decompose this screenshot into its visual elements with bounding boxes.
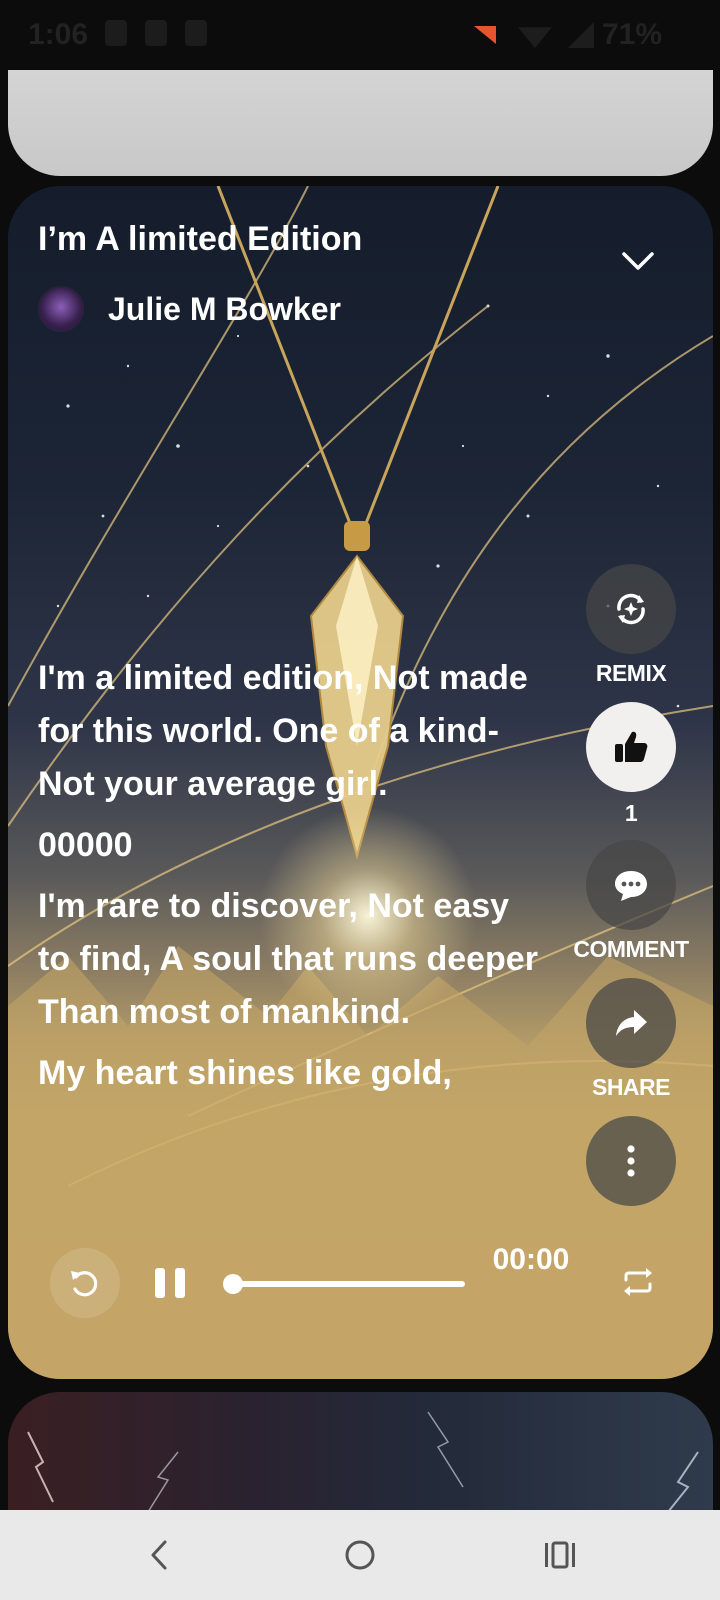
progress-thumb[interactable] [223,1274,243,1294]
restart-icon [71,1271,98,1297]
recents-icon [545,1541,575,1569]
playback-time: 00:00 [492,1243,570,1276]
recents-button[interactable] [535,1530,585,1580]
pause-icon [155,1268,165,1298]
like-button[interactable] [586,702,676,792]
lyrics-panel[interactable]: I'm a limited edition, Not made for this… [38,652,538,1108]
share-button[interactable] [586,978,676,1068]
back-button[interactable] [134,1530,184,1580]
lyrics-line: 00000 [38,826,133,864]
repeat-button[interactable] [618,1262,658,1302]
status-notification-icons [105,20,207,46]
lyrics-line: I'm rare to discover, Not easy to find, … [38,887,538,1031]
lyrics-line: My heart shines like gold, [38,1054,452,1092]
remix-button[interactable] [586,564,676,654]
sim-icon [185,20,207,46]
message-icon [145,20,167,46]
remix-label: REMIX [595,660,667,686]
tiktok-icon [105,20,127,46]
artist-row[interactable]: Julie M Bowker [38,286,341,332]
signal-icon [568,22,594,48]
remix-sparkle-icon [617,593,645,625]
previous-song-card[interactable] [8,70,713,176]
share-label: SHARE [591,1074,671,1100]
wifi-icon [518,27,552,48]
comment-label: COMMENT [573,936,689,962]
repeat-icon [624,1268,652,1296]
restart-button[interactable] [50,1248,120,1318]
more-options-button[interactable] [586,1116,676,1206]
home-button[interactable] [335,1530,385,1580]
home-icon [345,1540,375,1570]
status-bar: 1:06 71% [0,0,720,70]
back-icon [151,1540,167,1570]
notification-flag-icon [474,26,496,44]
next-song-card[interactable] [8,1392,713,1512]
battery-level: 71% [602,18,663,51]
progress-slider[interactable] [223,1274,465,1294]
pause-icon-bar [175,1268,185,1298]
player-controls: 00:00 [38,1236,698,1356]
status-time: 1:06 [28,18,89,51]
next-cover-art [27,1411,699,1512]
thumbs-up-icon [615,731,648,762]
lyrics-line: I'm a limited edition, Not made for this… [38,659,528,803]
share-arrow-icon [616,1010,647,1036]
more-vertical-icon [627,1145,635,1177]
pause-button[interactable] [148,1260,192,1306]
artist-name[interactable]: Julie M Bowker [108,291,341,328]
system-nav-bar [0,1510,720,1600]
chevron-down-icon[interactable] [618,246,658,276]
like-count: 1 [624,800,638,826]
comment-button[interactable] [586,840,676,930]
song-title: I’m A limited Edition [38,220,363,258]
avatar[interactable] [38,286,84,332]
comment-bubble-icon [615,871,647,901]
song-card[interactable]: I’m A limited Edition Julie M Bowker I'm… [8,186,713,1379]
